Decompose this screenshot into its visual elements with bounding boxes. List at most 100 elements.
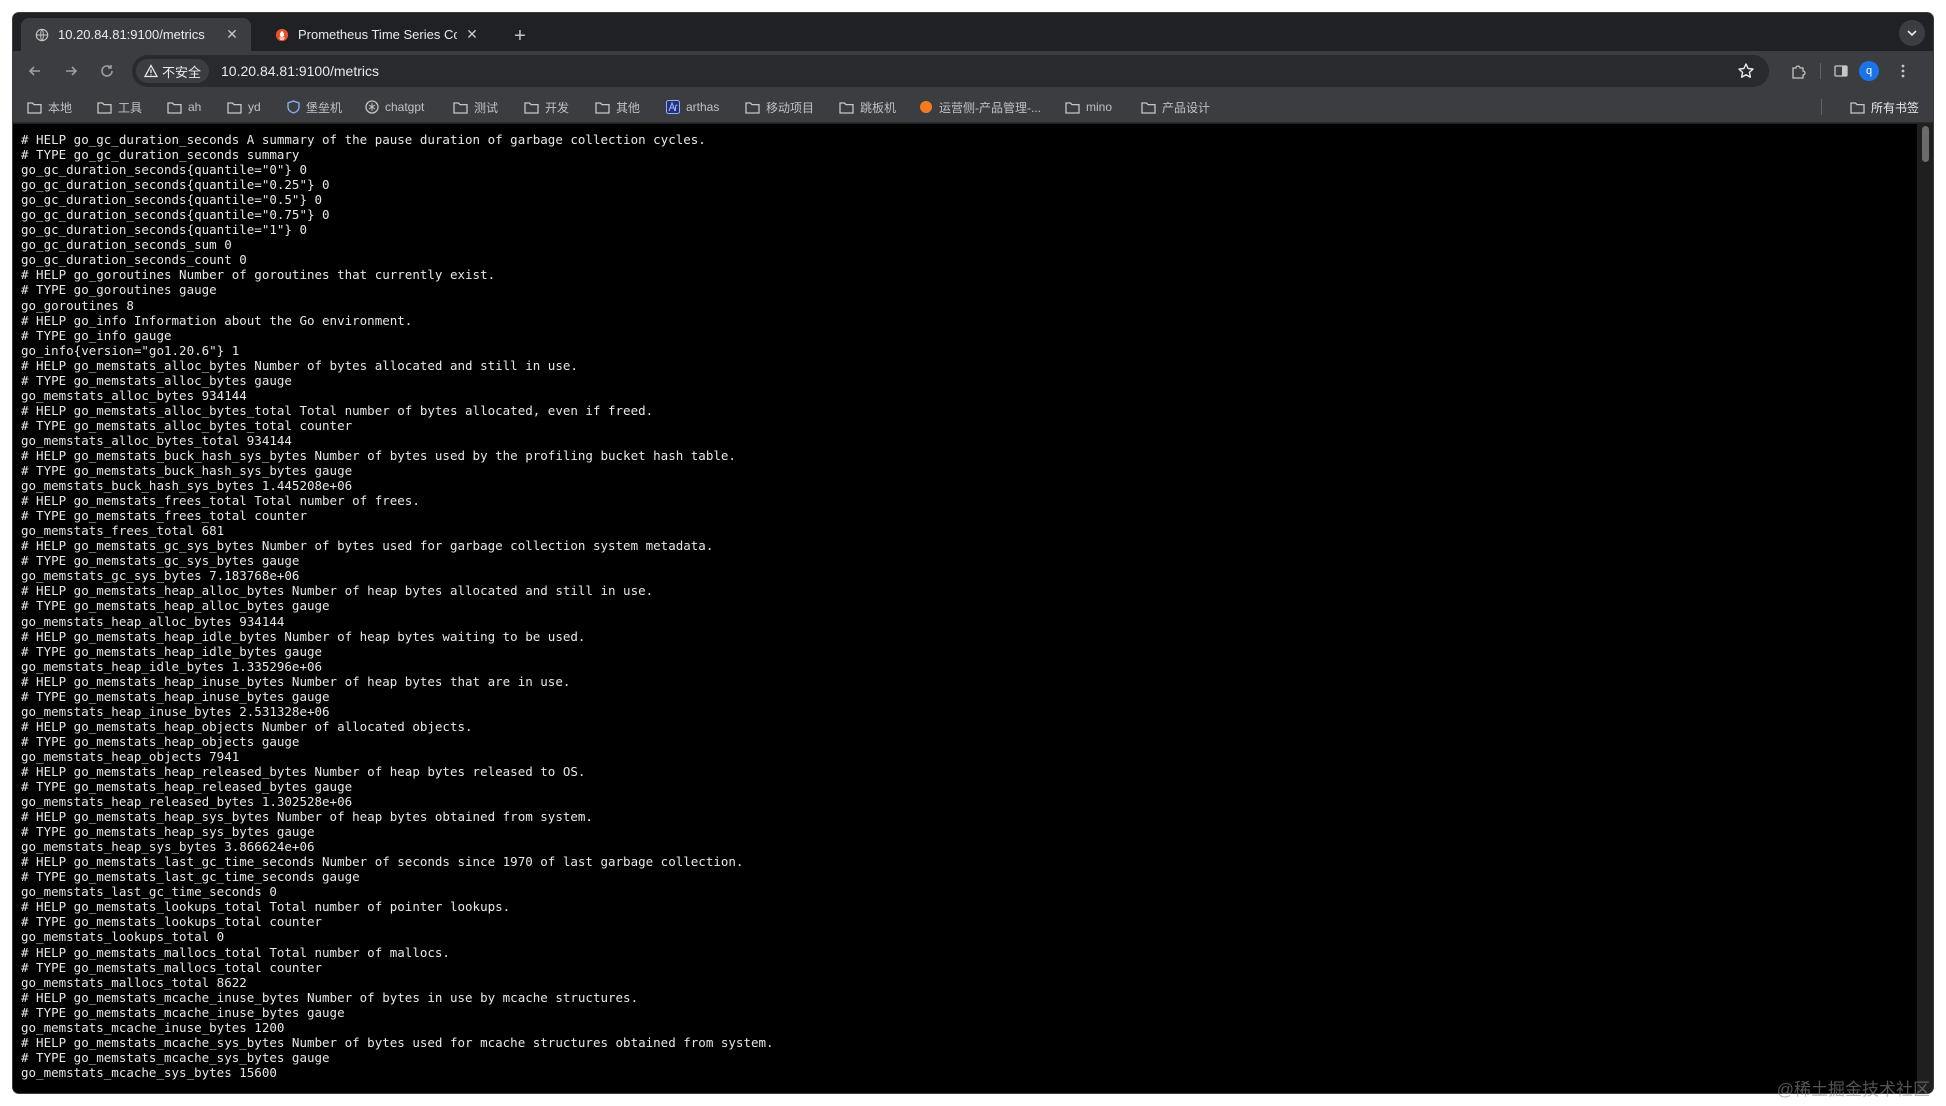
- bookmark-item[interactable]: 移动项目: [745, 98, 814, 116]
- bookmark-label: 堡垒机: [306, 100, 343, 115]
- bookmark-item[interactable]: 本地: [27, 98, 72, 116]
- tab-search-button[interactable]: [1899, 20, 1925, 46]
- profile-avatar[interactable]: q: [1859, 61, 1879, 81]
- metric-line: go_memstats_alloc_bytes_total 934144: [21, 432, 292, 448]
- metric-line: # HELP go_memstats_mcache_inuse_bytes Nu…: [21, 989, 639, 1005]
- forward-button[interactable]: [59, 59, 83, 83]
- metric-line: go_memstats_mallocs_total 8622: [21, 974, 247, 990]
- bookmark-item[interactable]: 测试: [453, 98, 498, 116]
- tab-prometheus[interactable]: Prometheus Time Series Coll ✕: [261, 18, 491, 51]
- bookmark-item[interactable]: 产品设计: [1141, 98, 1210, 116]
- security-label: 不安全: [162, 64, 202, 80]
- back-arrow-icon: [28, 66, 40, 76]
- extensions-button[interactable]: [1787, 59, 1811, 83]
- metric-line: # HELP go_memstats_mallocs_total Total n…: [21, 944, 450, 960]
- bookmark-label: 产品设计: [1162, 100, 1211, 115]
- puzzle-icon: [1792, 65, 1806, 79]
- bookmark-item[interactable]: arthas: [666, 98, 719, 116]
- metric-line: # HELP go_gc_duration_seconds A summary …: [21, 132, 706, 147]
- metric-line: # HELP go_memstats_lookups_total Total n…: [21, 899, 511, 915]
- metric-line: go_memstats_last_gc_time_seconds 0: [21, 884, 277, 900]
- metric-line: # TYPE go_memstats_mcache_sys_bytes gaug…: [21, 1049, 330, 1065]
- folder-icon: [745, 101, 760, 114]
- metric-line: # TYPE go_memstats_gc_sys_bytes gauge: [21, 553, 300, 569]
- toolbar-divider: [1820, 63, 1821, 79]
- side-panel-button[interactable]: [1829, 59, 1853, 83]
- metric-line: go_goroutines 8: [21, 297, 134, 313]
- bookmark-item[interactable]: ah: [167, 98, 201, 116]
- metric-line: go_memstats_lookups_total 0: [21, 929, 225, 945]
- side-panel-icon: [1834, 65, 1848, 77]
- close-icon[interactable]: ✕: [463, 26, 481, 44]
- globe-icon: [35, 28, 49, 41]
- metric-line: go_info{version="go1.20.6"} 1: [21, 342, 240, 358]
- folder-icon: [524, 101, 539, 114]
- bookmark-label: 本地: [48, 100, 73, 115]
- address-bar[interactable]: 不安全 10.20.84.81:9100/metrics: [132, 55, 1769, 87]
- metric-line: go_memstats_heap_sys_bytes 3.866624e+06: [21, 839, 315, 855]
- metric-line: go_memstats_frees_total 681: [21, 523, 225, 539]
- bookmark-item[interactable]: mino: [1065, 98, 1112, 116]
- toolbar: 不安全 10.20.84.81:9100/metrics q: [13, 51, 1933, 91]
- bookmark-label: 移动项目: [766, 100, 815, 115]
- metric-line: go_memstats_gc_sys_bytes 7.183768e+06: [21, 568, 300, 584]
- bookmark-label: ah: [188, 100, 202, 114]
- kebab-menu-icon: [1901, 64, 1905, 78]
- scrollbar-thumb[interactable]: [1922, 126, 1929, 162]
- bookmark-item[interactable]: 运营侧-产品管理-...: [919, 98, 1041, 116]
- metric-line: # HELP go_memstats_last_gc_time_seconds …: [21, 854, 744, 870]
- metric-line: # TYPE go_memstats_alloc_bytes gauge: [21, 372, 292, 388]
- bookmark-label: mino: [1086, 100, 1113, 114]
- metric-line: # TYPE go_memstats_alloc_bytes_total cou…: [21, 417, 353, 433]
- folder-icon: [97, 101, 112, 114]
- all-bookmarks-label: 所有书签: [1870, 100, 1919, 115]
- folder-icon: [1141, 101, 1156, 114]
- menu-button[interactable]: [1891, 59, 1915, 83]
- url-text[interactable]: 10.20.84.81:9100/metrics: [221, 63, 379, 79]
- reload-button[interactable]: [95, 59, 119, 83]
- metric-line: # TYPE go_memstats_buck_hash_sys_bytes g…: [21, 463, 353, 479]
- metric-line: # HELP go_memstats_alloc_bytes Number of…: [21, 357, 578, 373]
- bookmark-label: yd: [248, 100, 261, 114]
- openai-icon: [365, 100, 379, 114]
- vertical-scrollbar[interactable]: [1917, 124, 1933, 1093]
- metric-line: go_gc_duration_seconds_count 0: [21, 252, 247, 268]
- back-button[interactable]: [23, 59, 47, 83]
- metric-line: # TYPE go_info gauge: [21, 327, 172, 343]
- folder-icon: [453, 101, 468, 114]
- metric-line: # TYPE go_goroutines gauge: [21, 282, 217, 298]
- bookmark-item[interactable]: 堡垒机: [287, 98, 342, 116]
- metric-line: go_memstats_heap_objects 7941: [21, 748, 240, 764]
- metric-line: go_memstats_heap_inuse_bytes 2.531328e+0…: [21, 703, 330, 719]
- metric-line: go_gc_duration_seconds{quantile="0"} 0: [21, 162, 307, 178]
- reload-icon: [101, 65, 113, 77]
- bookmark-item[interactable]: 其他: [595, 98, 640, 116]
- security-indicator[interactable]: 不安全: [136, 59, 210, 83]
- metric-line: # TYPE go_memstats_frees_total counter: [21, 508, 307, 524]
- bookmarks-divider: [1821, 99, 1822, 115]
- metric-line: # TYPE go_memstats_heap_objects gauge: [21, 733, 300, 749]
- metrics-text: # HELP go_gc_duration_seconds A summary …: [13, 124, 1917, 1080]
- metric-line: go_gc_duration_seconds{quantile="0.25"} …: [21, 177, 330, 193]
- bookmark-label: 测试: [474, 100, 499, 115]
- bookmark-item[interactable]: 工具: [97, 98, 142, 116]
- tab-metrics[interactable]: 10.20.84.81:9100/metrics ✕: [21, 18, 251, 51]
- bookmark-star-icon[interactable]: [1737, 62, 1755, 80]
- metric-line: go_memstats_mcache_sys_bytes 15600: [21, 1064, 277, 1080]
- all-bookmarks-button[interactable]: 所有书签: [1850, 98, 1919, 116]
- bookmark-item[interactable]: yd: [227, 98, 261, 116]
- metric-line: # HELP go_memstats_heap_inuse_bytes Numb…: [21, 673, 571, 689]
- metric-line: # HELP go_memstats_alloc_bytes_total Tot…: [21, 402, 654, 418]
- bookmark-item[interactable]: 跳板机: [839, 98, 896, 116]
- close-icon[interactable]: ✕: [223, 26, 241, 44]
- bookmark-label: 跳板机: [860, 100, 897, 115]
- new-tab-button[interactable]: +: [507, 23, 533, 49]
- metric-line: # TYPE go_memstats_mcache_inuse_bytes ga…: [21, 1004, 345, 1020]
- metric-line: # HELP go_memstats_gc_sys_bytes Number o…: [21, 538, 714, 554]
- bookmark-label: 工具: [118, 100, 143, 115]
- folder-icon: [227, 101, 242, 114]
- bookmark-item[interactable]: chatgpt: [365, 98, 424, 116]
- metric-line: # HELP go_memstats_heap_alloc_bytes Numb…: [21, 583, 654, 599]
- folder-icon: [27, 101, 42, 114]
- bookmark-item[interactable]: 开发: [524, 98, 569, 116]
